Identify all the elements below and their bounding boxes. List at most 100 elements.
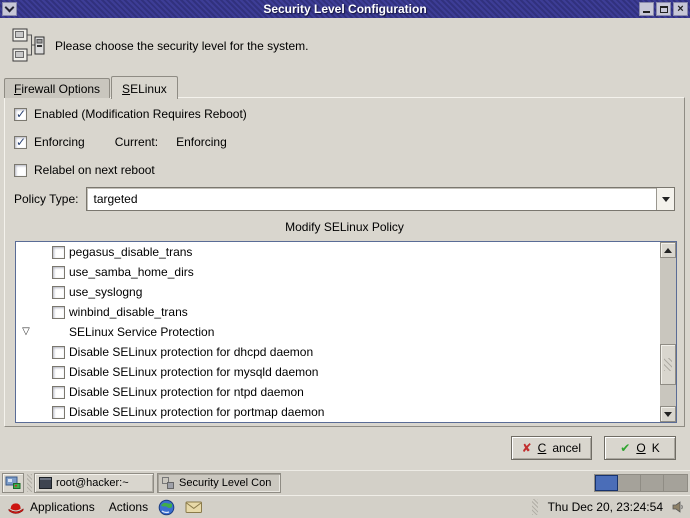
option-label: Relabel on next reboot [34, 163, 155, 177]
checkbox[interactable] [52, 385, 65, 399]
checkbox[interactable] [52, 365, 65, 379]
policy-type-select[interactable]: targeted [86, 187, 675, 211]
list-item[interactable]: pegasus_disable_trans [16, 242, 660, 262]
list-item[interactable]: winbind_disable_trans [16, 302, 660, 322]
checkbox[interactable] [52, 345, 65, 359]
network-security-icon [12, 28, 45, 62]
volume-control[interactable] [671, 500, 685, 514]
list-item-label: use_syslogng [69, 285, 143, 299]
dialog-header: Please choose the security level for the… [12, 27, 308, 65]
combo-arrow-cell[interactable] [656, 188, 674, 210]
checkbox[interactable] [52, 265, 65, 279]
label-text: K [651, 441, 660, 455]
list-item[interactable]: use_samba_home_dirs [16, 262, 660, 282]
desktop-screen: Security Level Configuration × Please ch… [0, 0, 690, 518]
tab-selinux[interactable]: SELinux [111, 76, 178, 99]
list-item-label: Disable SELinux protection for portmap d… [69, 405, 325, 419]
list-item[interactable]: Disable SELinux protection for dhcpd dae… [16, 342, 660, 362]
minimize-button[interactable] [639, 2, 654, 16]
email-icon [185, 501, 203, 513]
header-text: Please choose the security level for the… [55, 39, 309, 53]
menu-actions[interactable]: Actions [109, 500, 148, 514]
workspace-1[interactable] [595, 475, 618, 491]
label-text: C [537, 441, 547, 455]
minimize-icon [643, 10, 650, 13]
list-item[interactable]: use_syslogng [16, 282, 660, 302]
list-item-label: SELinux Service Protection [69, 325, 215, 339]
cancel-x-icon: ✘ [521, 441, 532, 455]
list-item-label: Disable SELinux protection for ntpd daem… [69, 385, 304, 399]
selinux-tab-panel: ✓ Enabled (Modification Requires Reboot) ✓… [4, 97, 685, 427]
web-browser-icon [158, 499, 175, 515]
list-item[interactable]: Disable SELinux protection for ntpd daem… [16, 382, 660, 402]
list-item[interactable]: Disable SELinux protection for mysqld da… [16, 362, 660, 382]
web-browser-launcher[interactable] [158, 499, 175, 516]
check-mark-icon: ✓ [16, 106, 27, 121]
email-launcher[interactable] [185, 500, 203, 514]
checkbox[interactable] [14, 163, 27, 177]
check-mark-icon: ✓ [16, 134, 27, 149]
maximize-icon [659, 5, 668, 13]
show-desktop-icon [5, 476, 21, 489]
label-text: ancel [552, 441, 581, 455]
window-controls: × [639, 2, 688, 16]
policy-type-label: Policy Type: [14, 192, 79, 206]
checkbox[interactable]: ✓ [14, 134, 27, 149]
scroll-down-button[interactable] [660, 406, 676, 422]
clock-drag-handle[interactable] [531, 499, 538, 515]
ok-check-icon: ✔ [620, 441, 631, 455]
workspace-3[interactable] [641, 475, 664, 491]
list-item[interactable]: Disable SELinux protection for portmap d… [16, 402, 660, 422]
label-text: irewall Options [21, 82, 101, 96]
list-item[interactable]: ▽ SELinux Service Protection [16, 322, 660, 342]
taskbar-button-root-hacker[interactable]: root@hacker:~ [34, 473, 154, 493]
clock[interactable]: Thu Dec 20, 23:24:54 [548, 500, 663, 514]
cancel-button[interactable]: ✘ Cancel [510, 436, 592, 460]
label-text: S [122, 82, 131, 96]
show-desktop-button[interactable] [2, 473, 24, 493]
tab-bar: Firewall Options SELinux [4, 75, 179, 99]
tree-expander-icon[interactable]: ▽ [20, 326, 32, 338]
list-item-label: Disable SELinux protection for dhcpd dae… [69, 345, 314, 359]
redhat-menu-icon[interactable] [8, 501, 24, 514]
policy-list: pegasus_disable_trans use_samba_home_dirs… [15, 241, 677, 423]
current-mode-value: Enforcing [176, 135, 227, 149]
workspace-switcher[interactable] [594, 474, 688, 492]
close-button[interactable]: × [673, 2, 688, 16]
speaker-icon [672, 501, 683, 513]
option-label: Enforcing [34, 135, 85, 149]
checkbox[interactable] [52, 285, 65, 299]
policy-editor-title: Modify SELinux Policy [285, 220, 404, 234]
selinux-option-list: ✓ Enabled (Modification Requires Reboot) ✓… [14, 100, 676, 184]
ok-button[interactable]: ✔ O K [604, 436, 676, 460]
scrollbar-thumb[interactable] [660, 344, 676, 385]
scroll-up-icon [664, 247, 672, 253]
panel-drag-handle[interactable] [27, 474, 32, 492]
maximize-button[interactable] [656, 2, 671, 16]
scroll-up-button[interactable] [660, 242, 676, 258]
window-list-panel: root@hacker:~ Security Level Con [0, 470, 690, 495]
label-text: ELinux [130, 82, 167, 96]
task-button-list: root@hacker:~ Security Level Con [34, 473, 281, 493]
list-item-label: winbind_disable_trans [69, 305, 188, 319]
option-label: Enabled (Modification Requires Reboot) [34, 107, 247, 121]
workspace-4[interactable] [664, 475, 687, 491]
checkbox[interactable]: ✓ [14, 106, 27, 121]
task-label: root@hacker:~ [56, 477, 129, 489]
tab-firewall-options[interactable]: Firewall Options [4, 78, 111, 98]
chevron-down-icon [661, 196, 670, 202]
vertical-scrollbar[interactable] [660, 242, 676, 422]
workspace-2[interactable] [618, 475, 641, 491]
list-item-label: use_samba_home_dirs [69, 265, 194, 279]
menu-applications[interactable]: Applications [30, 500, 95, 514]
label-text: O [636, 441, 646, 455]
checkbox[interactable] [52, 245, 65, 259]
checkbox[interactable] [52, 305, 65, 319]
titlebar[interactable]: Security Level Configuration × [0, 0, 690, 18]
terminal-icon [39, 477, 52, 489]
window-title: Security Level Configuration [263, 2, 427, 16]
taskbar-button-security-level-con[interactable]: Security Level Con [157, 473, 281, 493]
checkbox[interactable] [52, 405, 65, 419]
close-icon: × [677, 2, 684, 15]
task-label: Security Level Con [179, 477, 272, 489]
